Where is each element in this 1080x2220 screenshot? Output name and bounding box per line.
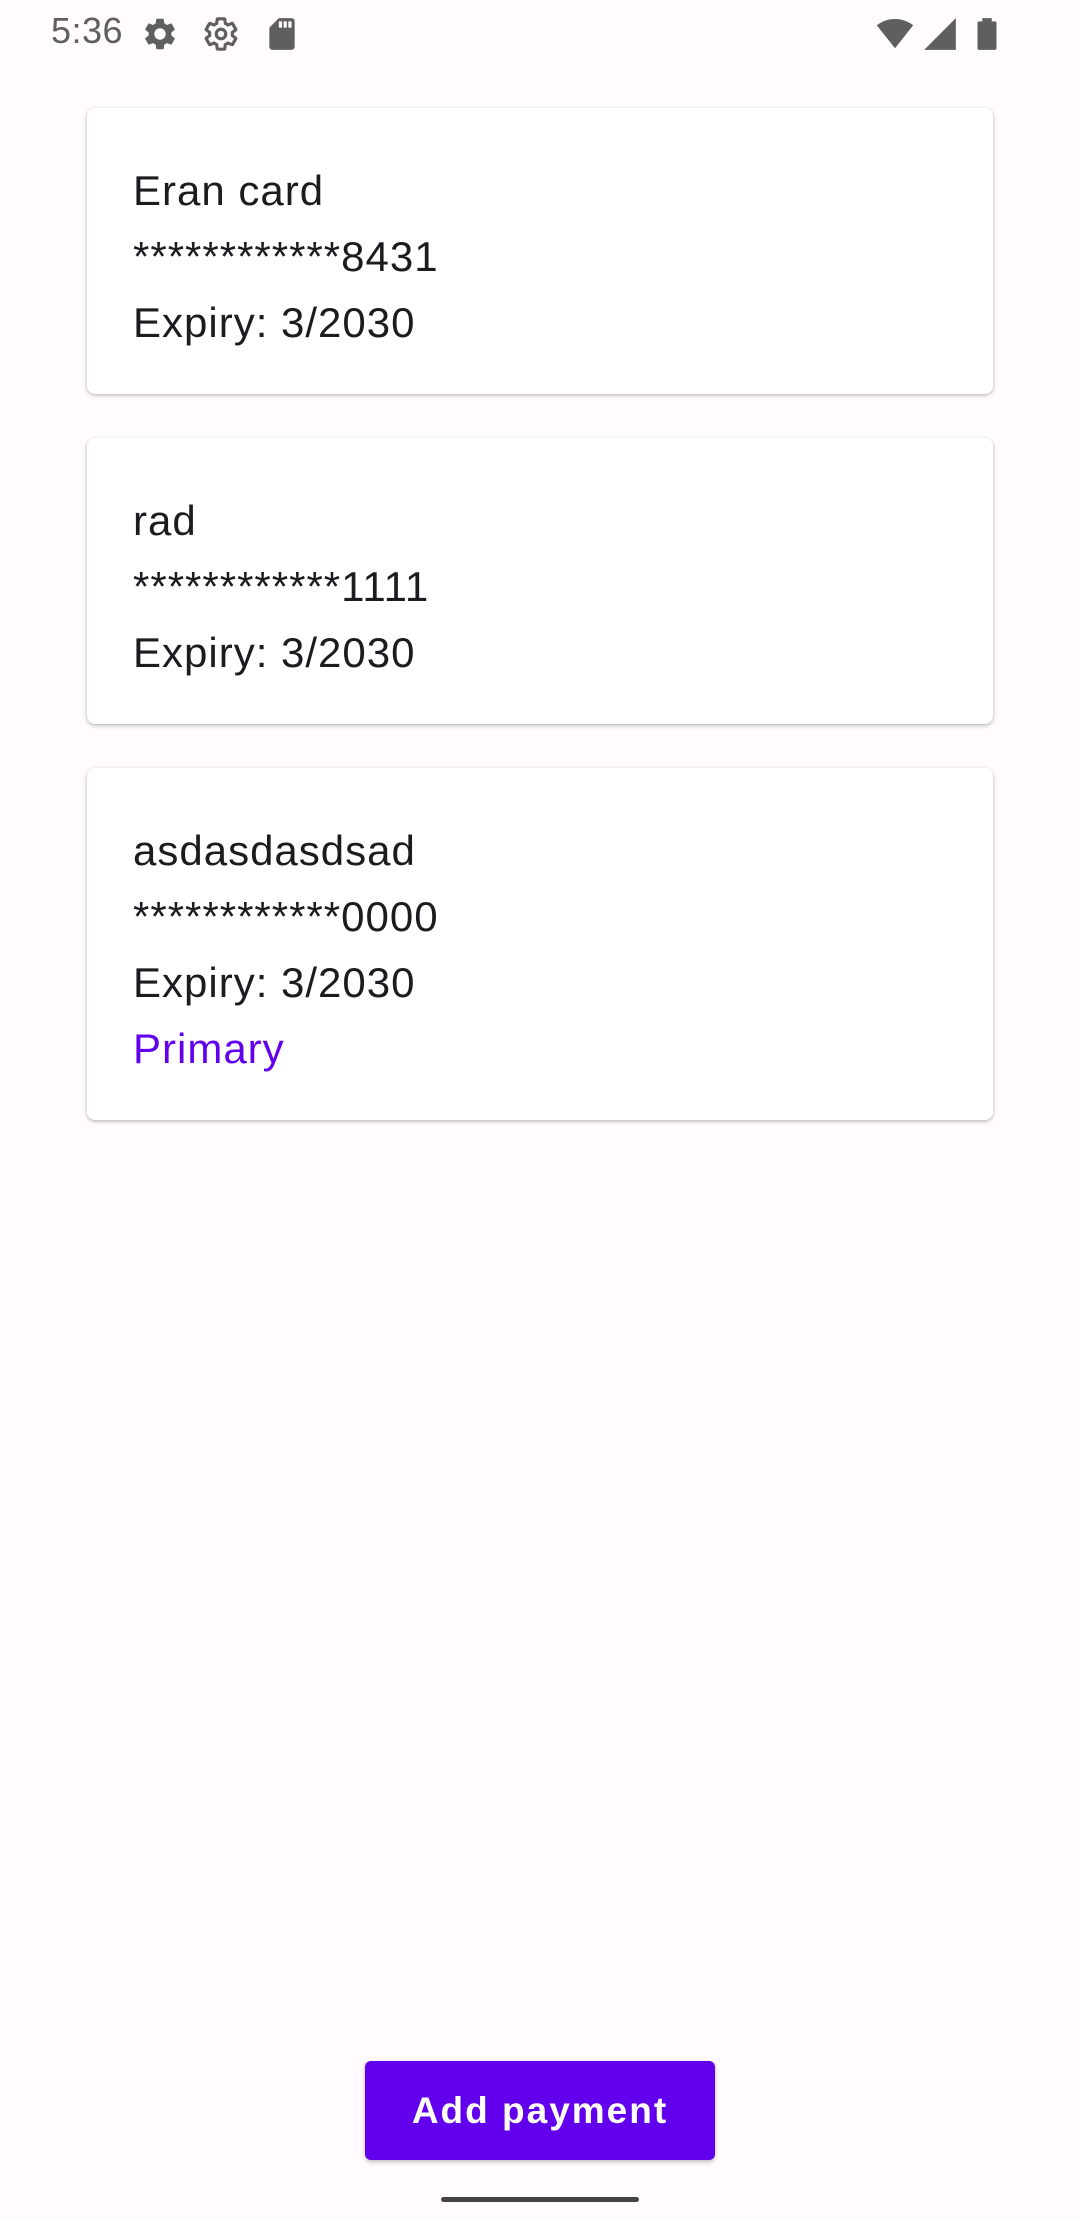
battery-icon — [977, 18, 997, 50]
status-bar: 5:36 — [0, 0, 1080, 66]
card-expiry: Expiry: 3/2030 — [133, 299, 416, 346]
payment-card[interactable]: rad ************1111 Expiry: 3/2030 — [87, 438, 993, 724]
card-name: Eran card — [133, 167, 325, 214]
primary-badge: Primary — [133, 1025, 285, 1072]
cell-signal-icon — [924, 18, 956, 50]
card-name: rad — [133, 497, 197, 544]
card-name: asdasdasdsad — [133, 827, 416, 874]
add-payment-button[interactable]: Add payment — [365, 2061, 715, 2160]
card-expiry: Expiry: 3/2030 — [133, 959, 416, 1006]
payment-card-list: Eran card ************8431 Expiry: 3/203… — [87, 108, 993, 1164]
payment-card[interactable]: Eran card ************8431 Expiry: 3/203… — [87, 108, 993, 394]
gesture-nav-handle[interactable] — [441, 2197, 639, 2202]
card-number: ************8431 — [133, 233, 439, 280]
sd-card-icon — [269, 18, 295, 50]
settings-outline-icon — [204, 17, 238, 51]
payment-card[interactable]: asdasdasdsad ************0000 Expiry: 3/… — [87, 768, 993, 1120]
card-expiry: Expiry: 3/2030 — [133, 629, 416, 676]
card-number: ************0000 — [133, 893, 439, 940]
status-time: 5:36 — [51, 10, 124, 51]
gear-icon — [145, 18, 175, 50]
wifi-icon — [876, 18, 914, 49]
card-number: ************1111 — [133, 563, 430, 610]
